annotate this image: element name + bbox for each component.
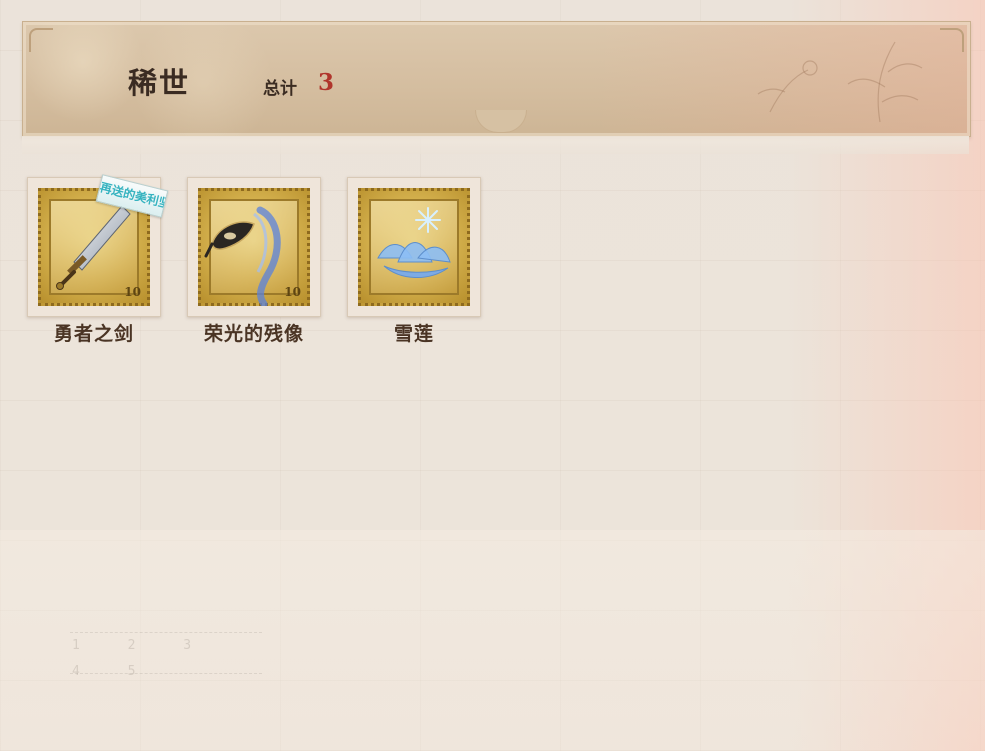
- item-card-snow-lotus[interactable]: 雪莲: [347, 177, 481, 347]
- item-name: 荣光的残像: [203, 323, 304, 345]
- item-card-glory-afterimage[interactable]: 10 荣光的残像: [187, 177, 321, 347]
- mask-icon: [204, 206, 281, 306]
- item-frame: 10: [187, 177, 321, 317]
- floral-sketch-icon: [757, 41, 923, 123]
- header-underline: [22, 136, 969, 154]
- total-label: 总计: [263, 79, 297, 99]
- item-frame: 10 再送的美利坚: [27, 174, 169, 317]
- item-frame: [347, 177, 481, 317]
- item-card-brave-sword[interactable]: 10 再送的美利坚 勇者之剑: [27, 174, 169, 347]
- background-ruler-decoration: 1 2 3 4 5: [70, 632, 262, 679]
- corner-ornament-icon: [29, 28, 53, 52]
- item-name: 勇者之剑: [53, 323, 134, 345]
- total-count: 3: [318, 69, 335, 96]
- page-title: 稀世: [128, 66, 191, 100]
- corner-ornament-icon: [940, 28, 964, 52]
- snow-lotus-icon: [377, 207, 451, 279]
- item-name: 雪莲: [393, 323, 434, 345]
